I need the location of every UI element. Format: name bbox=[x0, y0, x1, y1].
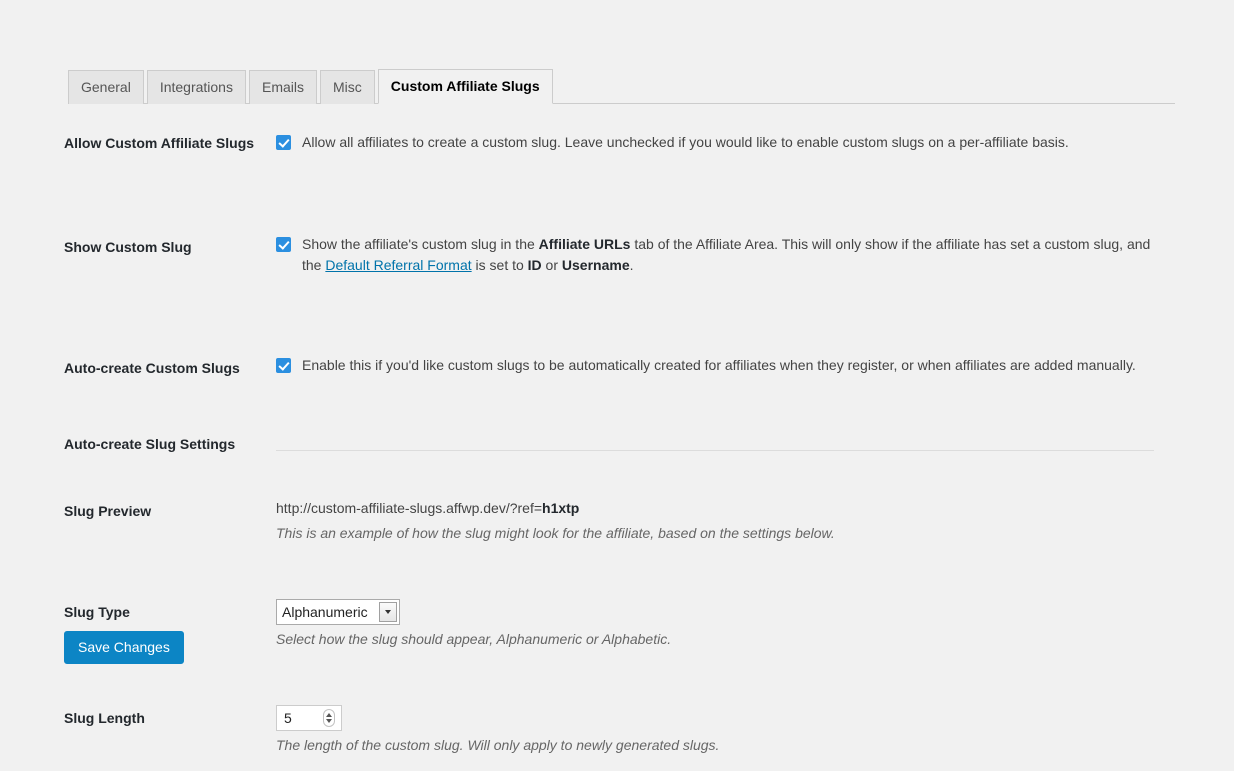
label-auto-create-custom-slugs: Auto-create Custom Slugs bbox=[64, 360, 240, 377]
default-referral-format-link[interactable]: Default Referral Format bbox=[325, 257, 471, 273]
show-custom-slug-description: Show the affiliate's custom slug in the … bbox=[302, 236, 1150, 273]
field-auto-create-custom-slugs: Enable this if you'd like custom slugs t… bbox=[276, 291, 1164, 395]
slug-preview-hint: This is an example of how the slug might… bbox=[276, 524, 835, 541]
checkbox-auto-create-custom-slugs[interactable] bbox=[276, 358, 291, 374]
field-allow-custom-affiliate-slugs: Allow all affiliates to create a custom … bbox=[276, 122, 1164, 170]
chevron-down-icon[interactable] bbox=[379, 601, 397, 622]
settings-form-table: Allow Custom Affiliate Slugs Allow all a… bbox=[64, 122, 1164, 771]
desc-text-part-3: is set to bbox=[471, 257, 528, 274]
settings-page: General Integrations Emails Misc Custom … bbox=[0, 0, 1234, 753]
auto-create-checkbox-row[interactable]: Enable this if you'd like custom slugs t… bbox=[276, 355, 1154, 376]
slug-preview-url-base: http://custom-affiliate-slugs.affwp.dev/… bbox=[276, 499, 543, 516]
label-slug-preview: Slug Preview bbox=[64, 502, 152, 519]
row-auto-create-slug-settings-header: Auto-create Slug Settings bbox=[64, 395, 1164, 461]
desc-bold-affiliate-urls: Affiliate URLs bbox=[538, 236, 631, 253]
slug-type-hint: Select how the slug should appear, Alpha… bbox=[276, 630, 672, 647]
save-changes-button[interactable]: Save Changes bbox=[64, 631, 184, 664]
auto-create-description: Enable this if you'd like custom slugs t… bbox=[302, 357, 1136, 374]
slug-length-value: 5 bbox=[284, 709, 292, 726]
section-header-auto-create-slug-settings: Auto-create Slug Settings bbox=[64, 436, 236, 453]
label-slug-length: Slug Length bbox=[64, 709, 145, 726]
field-slug-type: Alphanumeric Select how the slug should … bbox=[276, 559, 1164, 665]
slug-preview-url-slug: h1xtp bbox=[542, 499, 580, 516]
section-divider-cell bbox=[276, 395, 1164, 461]
row-slug-preview: Slug Preview http://custom-affiliate-slu… bbox=[64, 462, 1164, 559]
slug-length-hint: The length of the custom slug. Will only… bbox=[276, 736, 720, 753]
slug-preview-url: http://custom-affiliate-slugs.affwp.dev/… bbox=[276, 498, 1154, 519]
desc-text-part-5: . bbox=[629, 257, 634, 274]
checkbox-show-custom-slug[interactable] bbox=[276, 237, 291, 253]
tab-misc[interactable]: Misc bbox=[320, 70, 375, 104]
slug-type-selected-value: Alphanumeric bbox=[282, 603, 368, 620]
tab-emails[interactable]: Emails bbox=[248, 70, 317, 104]
field-slug-preview: http://custom-affiliate-slugs.affwp.dev/… bbox=[276, 462, 1164, 559]
tab-general[interactable]: General bbox=[68, 70, 144, 104]
tab-custom-affiliate-slugs[interactable]: Custom Affiliate Slugs bbox=[377, 69, 553, 104]
field-slug-length: 5 The length of the custom slug. Will on… bbox=[276, 665, 1164, 771]
show-custom-slug-checkbox-row[interactable]: Show the affiliate's custom slug in the … bbox=[276, 234, 1154, 276]
slug-length-input[interactable]: 5 bbox=[276, 704, 342, 731]
label-allow-custom-affiliate-slugs: Allow Custom Affiliate Slugs bbox=[64, 135, 255, 151]
desc-text-part-1: Show the affiliate's custom slug in the bbox=[302, 236, 539, 253]
tab-integrations[interactable]: Integrations bbox=[146, 70, 246, 104]
row-slug-length: Slug Length 5 The length of the custom s… bbox=[64, 665, 1164, 771]
allow-custom-slugs-description: Allow all affiliates to create a custom … bbox=[302, 134, 1069, 150]
allow-custom-slugs-checkbox-row[interactable]: Allow all affiliates to create a custom … bbox=[276, 132, 1154, 153]
slug-type-select[interactable]: Alphanumeric bbox=[276, 598, 400, 625]
label-show-custom-slug: Show Custom Slug bbox=[64, 239, 192, 256]
submit-area: Save Changes bbox=[64, 631, 184, 664]
checkbox-allow-custom-slugs[interactable] bbox=[276, 135, 291, 150]
row-show-custom-slug: Show Custom Slug Show the affiliate's cu… bbox=[64, 170, 1164, 291]
row-slug-type: Slug Type Alphanumeric Select how the sl… bbox=[64, 559, 1164, 665]
row-auto-create-custom-slugs: Auto-create Custom Slugs Enable this if … bbox=[64, 291, 1164, 395]
settings-tab-bar: General Integrations Emails Misc Custom … bbox=[68, 69, 1175, 104]
desc-bold-username: Username bbox=[561, 257, 630, 274]
desc-bold-id: ID bbox=[527, 257, 542, 274]
row-allow-custom-affiliate-slugs: Allow Custom Affiliate Slugs Allow all a… bbox=[64, 122, 1164, 170]
field-show-custom-slug: Show the affiliate's custom slug in the … bbox=[276, 170, 1164, 291]
spinner-up-down-icon[interactable] bbox=[323, 708, 335, 727]
desc-text-part-4: or bbox=[541, 257, 562, 274]
section-divider bbox=[276, 449, 1154, 451]
